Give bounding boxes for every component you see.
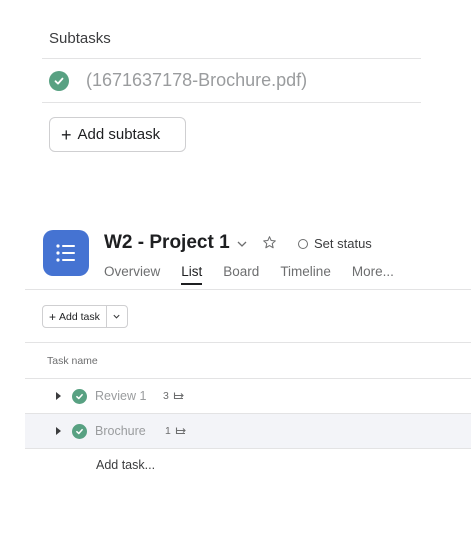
project-list-icon[interactable] <box>43 230 89 276</box>
completed-check-icon[interactable] <box>49 70 69 91</box>
divider <box>25 289 471 290</box>
add-task-dropdown[interactable] <box>107 306 127 327</box>
star-icon[interactable] <box>262 235 277 255</box>
subtask-icon <box>173 392 184 400</box>
project-tabs: Overview List Board Timeline More... <box>104 264 415 285</box>
expand-triangle-icon[interactable] <box>56 427 61 435</box>
subtask-count-value: 3 <box>163 390 169 402</box>
subtask-count-value: 1 <box>165 425 171 437</box>
tab-more[interactable]: More... <box>352 264 394 285</box>
task-name[interactable]: Brochure <box>95 424 146 438</box>
tab-list[interactable]: List <box>181 264 203 285</box>
subtask-icon <box>175 427 186 435</box>
subtask-count[interactable]: 3 <box>163 390 185 402</box>
task-name[interactable]: Review 1 <box>95 389 146 403</box>
subtask-count[interactable]: 1 <box>165 425 187 437</box>
add-subtask-label: Add subtask <box>77 126 161 143</box>
tab-board[interactable]: Board <box>223 264 259 285</box>
task-row[interactable]: Review 1 3 <box>25 379 471 413</box>
chevron-down-icon <box>113 314 120 319</box>
add-task-button[interactable]: + Add task <box>43 306 107 327</box>
tab-overview[interactable]: Overview <box>104 264 160 285</box>
divider <box>25 342 471 343</box>
add-task-label: Add task <box>59 310 100 323</box>
plus-icon: + <box>49 309 57 324</box>
status-circle-icon <box>298 238 308 249</box>
subtask-row[interactable]: (1671637178-Brochure.pdf) <box>49 70 307 91</box>
add-subtask-button[interactable]: + Add subtask <box>49 117 186 152</box>
subtasks-header: Subtasks <box>49 30 111 47</box>
column-header-task-name[interactable]: Task name <box>47 355 98 367</box>
expand-triangle-icon[interactable] <box>56 392 61 400</box>
set-status-button[interactable]: Set status <box>298 236 372 251</box>
add-task-inline[interactable]: Add task... <box>96 458 155 472</box>
plus-icon: + <box>61 124 72 145</box>
add-task-button-group: + Add task <box>42 305 128 328</box>
task-row[interactable]: Brochure 1 <box>25 414 471 448</box>
divider <box>25 448 471 449</box>
chevron-down-icon[interactable] <box>236 237 248 255</box>
set-status-label: Set status <box>314 236 372 251</box>
completed-check-icon[interactable] <box>72 423 87 439</box>
project-title[interactable]: W2 - Project 1 <box>104 232 230 254</box>
tab-timeline[interactable]: Timeline <box>280 264 331 285</box>
completed-check-icon[interactable] <box>72 388 87 404</box>
divider <box>42 102 421 103</box>
subtask-name[interactable]: (1671637178-Brochure.pdf) <box>86 70 307 91</box>
divider <box>42 58 421 59</box>
